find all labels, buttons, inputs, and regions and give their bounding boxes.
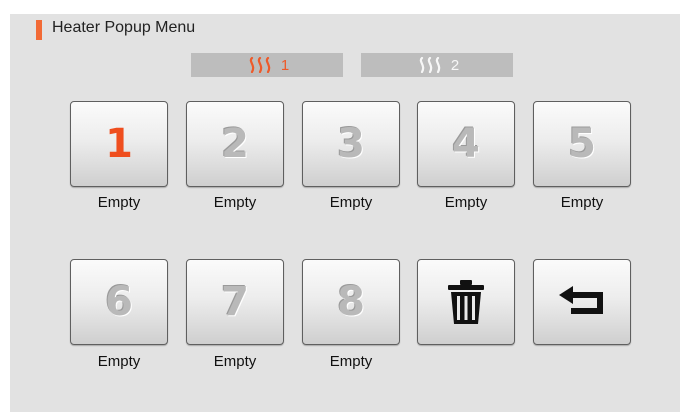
slot-2-number: 2 bbox=[221, 121, 249, 167]
slot-8-button[interactable]: 8 bbox=[302, 259, 400, 345]
popup-title: Heater Popup Menu bbox=[52, 19, 196, 36]
slot-7-label: Empty bbox=[213, 353, 257, 370]
slot-4-button[interactable]: 4 bbox=[417, 101, 515, 187]
heater-popup-panel: Heater Popup Menu 1 2 1 Empty 2 Empty 3 … bbox=[10, 14, 680, 412]
tab-heater-2[interactable]: 2 bbox=[361, 53, 513, 77]
slot-3-number: 3 bbox=[337, 121, 365, 167]
heat-waves-icon bbox=[419, 57, 441, 73]
title-accent-bar bbox=[36, 20, 42, 40]
slot-6-button[interactable]: 6 bbox=[70, 259, 168, 345]
slot-8-label: Empty bbox=[329, 353, 373, 370]
slot-2-button[interactable]: 2 bbox=[186, 101, 284, 187]
slot-6-number: 6 bbox=[105, 279, 133, 325]
slot-4-number: 4 bbox=[452, 121, 480, 167]
delete-button[interactable] bbox=[417, 259, 515, 345]
slot-1-label: Empty bbox=[97, 194, 141, 211]
slot-7-button[interactable]: 7 bbox=[186, 259, 284, 345]
trash-icon bbox=[448, 280, 484, 324]
tab-heater-2-label: 2 bbox=[450, 56, 460, 74]
slot-6-label: Empty bbox=[97, 353, 141, 370]
slot-5-button[interactable]: 5 bbox=[533, 101, 631, 187]
tab-heater-1-label: 1 bbox=[280, 56, 290, 74]
slot-1-button[interactable]: 1 bbox=[70, 101, 168, 187]
tab-heater-1[interactable]: 1 bbox=[191, 53, 343, 77]
slot-5-number: 5 bbox=[568, 121, 596, 167]
heat-waves-icon bbox=[249, 57, 271, 73]
slot-7-number: 7 bbox=[221, 279, 249, 325]
slot-3-label: Empty bbox=[329, 194, 373, 211]
slot-8-number: 8 bbox=[337, 279, 365, 325]
slot-3-button[interactable]: 3 bbox=[302, 101, 400, 187]
slot-2-label: Empty bbox=[213, 194, 257, 211]
slot-4-label: Empty bbox=[444, 194, 488, 211]
back-button[interactable] bbox=[533, 259, 631, 345]
slot-5-label: Empty bbox=[560, 194, 604, 211]
return-arrow-icon bbox=[559, 286, 603, 314]
slot-1-number: 1 bbox=[105, 121, 133, 167]
